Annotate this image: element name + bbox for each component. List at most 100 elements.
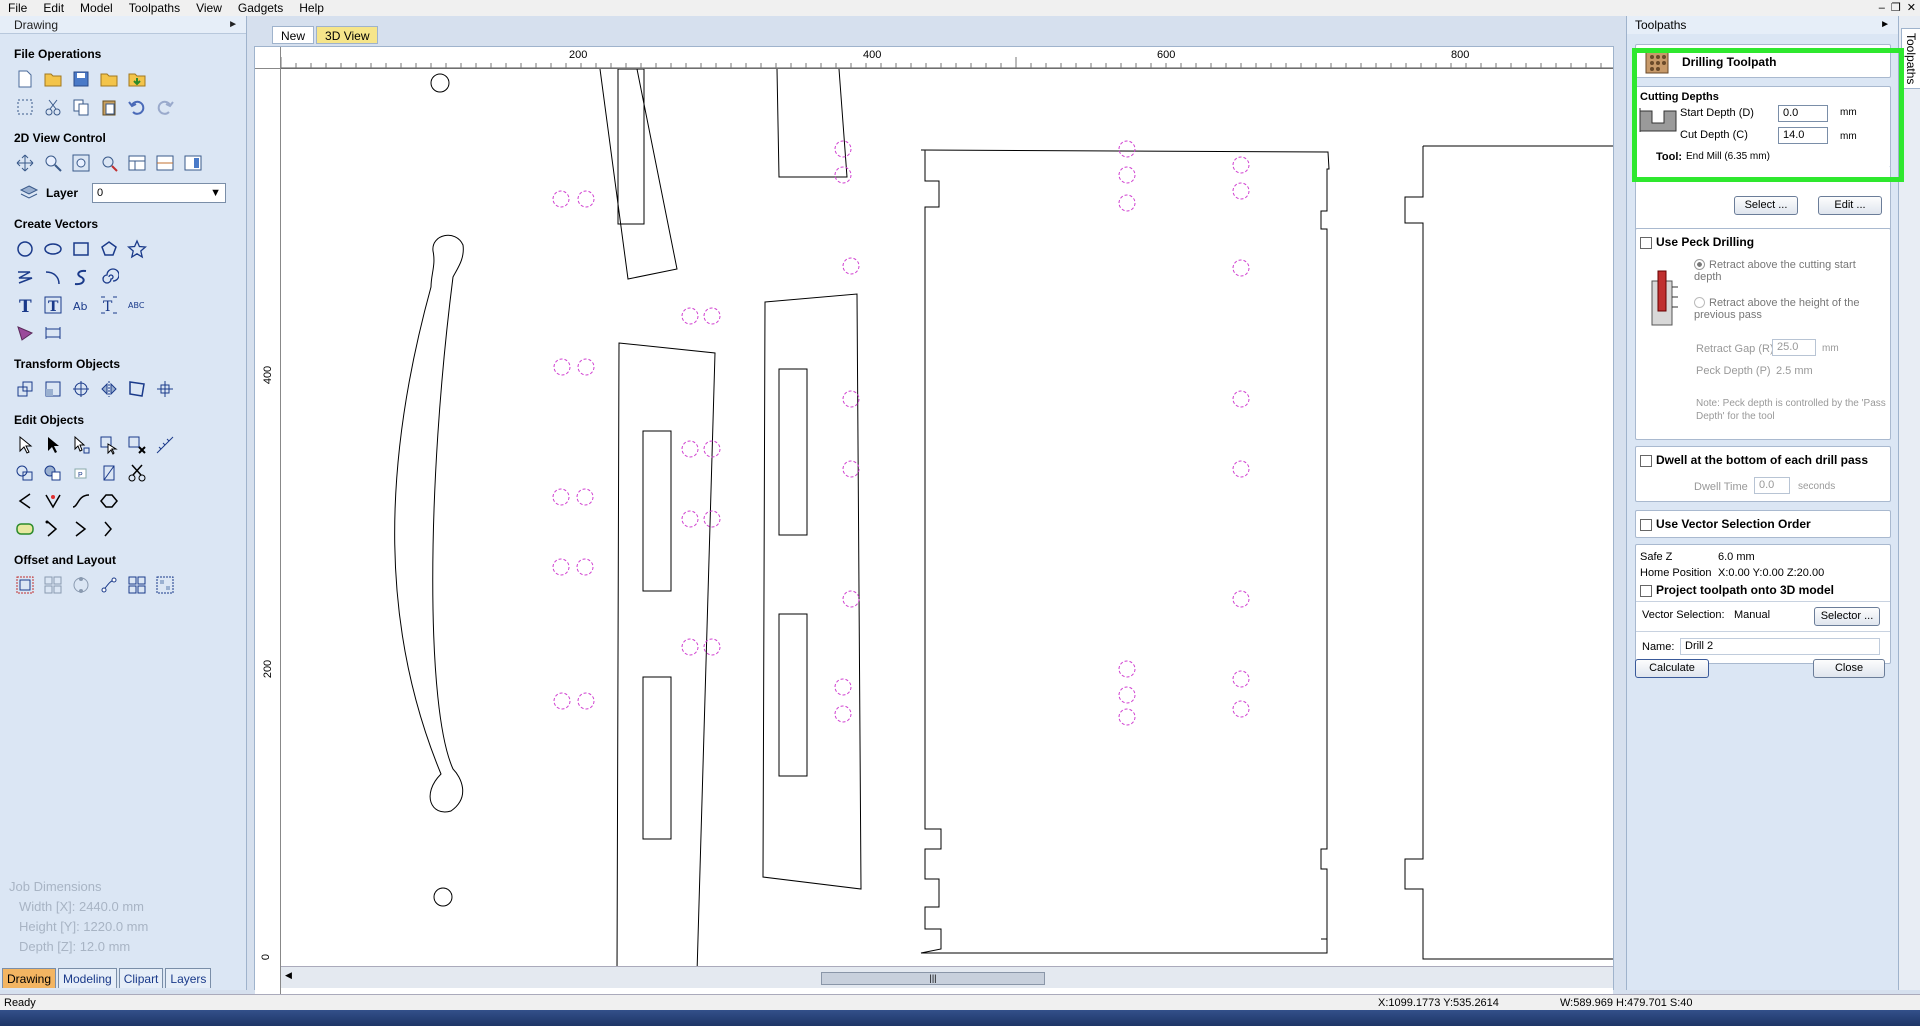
node-edit-icon[interactable] xyxy=(42,434,64,456)
horizontal-scrollbar[interactable]: ◀ ||| xyxy=(281,966,1613,988)
text-fit-icon[interactable]: T xyxy=(98,294,120,316)
transform-pointer-icon[interactable] xyxy=(70,434,92,456)
view-layout-3-icon[interactable] xyxy=(182,152,204,174)
project-row[interactable]: Project toolpath onto 3D model xyxy=(1640,583,1834,597)
calculate-button[interactable]: Calculate xyxy=(1635,659,1709,678)
dimension-icon[interactable] xyxy=(42,322,64,344)
pin-icon[interactable]: ► xyxy=(228,16,238,34)
menu-file[interactable]: File xyxy=(0,0,35,16)
name-input[interactable]: Drill 2 xyxy=(1680,638,1880,655)
mirror-icon[interactable] xyxy=(98,378,120,400)
tab-drawing[interactable]: Drawing xyxy=(2,968,57,988)
offset-icon[interactable] xyxy=(14,574,36,596)
dwell-checkbox[interactable] xyxy=(1640,454,1652,467)
paste-icon[interactable] xyxy=(98,96,120,118)
draw-pen-icon[interactable] xyxy=(14,322,36,344)
align-icon[interactable] xyxy=(154,378,176,400)
vector-order-checkbox[interactable] xyxy=(1640,518,1652,531)
close-vector-icon[interactable] xyxy=(42,518,64,540)
vector-order-row[interactable]: Use Vector Selection Order xyxy=(1640,517,1811,531)
rotate-icon[interactable] xyxy=(70,378,92,400)
dwell-time-input[interactable]: 0.0 xyxy=(1754,477,1790,494)
menu-gadgets[interactable]: Gadgets xyxy=(230,0,291,16)
distort-icon[interactable] xyxy=(126,378,148,400)
extend-vector-icon[interactable] xyxy=(70,518,92,540)
close-icon[interactable]: ✕ xyxy=(1907,0,1916,16)
draw-curve-icon[interactable] xyxy=(70,266,92,288)
draw-polygon-icon[interactable] xyxy=(98,238,120,260)
join-vectors-icon[interactable] xyxy=(42,490,64,512)
tab-modeling[interactable]: Modeling xyxy=(58,968,117,988)
peck-option-1-radio[interactable] xyxy=(1694,259,1705,270)
draw-circle-icon[interactable] xyxy=(14,238,36,260)
save-icon[interactable] xyxy=(70,68,92,90)
circular-array-icon[interactable] xyxy=(70,574,92,596)
interactive-select-icon[interactable] xyxy=(98,434,120,456)
minimize-icon[interactable]: – xyxy=(1879,0,1885,16)
copy-along-vector-icon[interactable] xyxy=(98,574,120,596)
pan-icon[interactable] xyxy=(14,152,36,174)
curve-fit-icon[interactable] xyxy=(98,518,120,540)
peck-drilling-checkbox[interactable] xyxy=(1640,236,1652,249)
select-all-icon[interactable] xyxy=(14,96,36,118)
import-icon[interactable] xyxy=(126,68,148,90)
redo-icon[interactable] xyxy=(154,96,176,118)
drawing-area[interactable] xyxy=(281,69,1613,999)
weld-icon[interactable] xyxy=(14,462,36,484)
smooth-curve-icon[interactable] xyxy=(70,490,92,512)
dwell-row[interactable]: Dwell at the bottom of each drill pass xyxy=(1640,453,1868,467)
cut-depth-input[interactable]: 14.0 xyxy=(1778,127,1828,144)
intersect-icon[interactable]: P xyxy=(70,462,92,484)
nesting-icon[interactable] xyxy=(126,574,148,596)
retract-gap-input[interactable]: 25.0 xyxy=(1772,339,1816,356)
auto-layout-icon[interactable] xyxy=(154,574,176,596)
scroll-thumb[interactable]: ||| xyxy=(821,972,1045,985)
menu-edit[interactable]: Edit xyxy=(35,0,72,16)
zoom-extents-icon[interactable] xyxy=(70,152,92,174)
restore-icon[interactable]: ❐ xyxy=(1891,0,1901,16)
folder-icon[interactable] xyxy=(98,68,120,90)
layer-select[interactable]: 0 ▼ xyxy=(92,183,227,203)
scale-icon[interactable] xyxy=(42,378,64,400)
peck-option-2[interactable]: Retract above the height of the previous… xyxy=(1694,297,1884,321)
ruler-corner[interactable] xyxy=(255,47,281,69)
new-file-icon[interactable] xyxy=(14,68,36,90)
trim-icon[interactable] xyxy=(98,462,120,484)
draw-rectangle-icon[interactable] xyxy=(70,238,92,260)
scroll-left-icon[interactable]: ◀ xyxy=(285,970,292,981)
view-layout-2-icon[interactable] xyxy=(154,152,176,174)
delete-selection-icon[interactable] xyxy=(126,434,148,456)
subtract-icon[interactable] xyxy=(42,462,64,484)
doc-tab-3d-view[interactable]: 3D View xyxy=(316,26,379,44)
text-on-curve-icon[interactable]: T xyxy=(42,294,64,316)
zoom-icon[interactable] xyxy=(42,152,64,174)
peck-option-1[interactable]: Retract above the cutting start depth xyxy=(1694,259,1884,283)
start-depth-input[interactable]: 0.0 xyxy=(1778,105,1828,122)
pin-icon[interactable]: ► xyxy=(1880,16,1890,34)
text-abc-icon[interactable]: ABC xyxy=(126,294,148,316)
draw-star-icon[interactable] xyxy=(126,238,148,260)
text-arc-icon[interactable]: Ab xyxy=(70,294,92,316)
edit-tool-button[interactable]: Edit ... xyxy=(1818,196,1882,215)
select-tool-button[interactable]: Select ... xyxy=(1734,196,1798,215)
move-icon[interactable] xyxy=(14,378,36,400)
fillet-icon[interactable] xyxy=(98,490,120,512)
side-tab-toolpaths[interactable]: Toolpaths xyxy=(1901,28,1920,90)
tab-clipart[interactable]: Clipart xyxy=(118,968,164,988)
open-vector-icon[interactable] xyxy=(14,490,36,512)
selector-button[interactable]: Selector ... xyxy=(1814,607,1880,626)
menu-help[interactable]: Help xyxy=(291,0,332,16)
cut-icon[interactable] xyxy=(42,96,64,118)
undo-icon[interactable] xyxy=(126,96,148,118)
open-folder-icon[interactable] xyxy=(42,68,64,90)
project-checkbox[interactable] xyxy=(1640,584,1652,597)
menu-toolpaths[interactable]: Toolpaths xyxy=(121,0,188,16)
select-pointer-icon[interactable] xyxy=(14,434,36,456)
scissors-icon[interactable] xyxy=(126,462,148,484)
close-button[interactable]: Close xyxy=(1813,659,1885,678)
draw-spiral-icon[interactable] xyxy=(98,266,120,288)
zoom-selection-icon[interactable] xyxy=(98,152,120,174)
draw-polyline-icon[interactable] xyxy=(14,266,36,288)
array-copy-icon[interactable] xyxy=(42,574,64,596)
peck-option-2-radio[interactable] xyxy=(1694,297,1705,308)
